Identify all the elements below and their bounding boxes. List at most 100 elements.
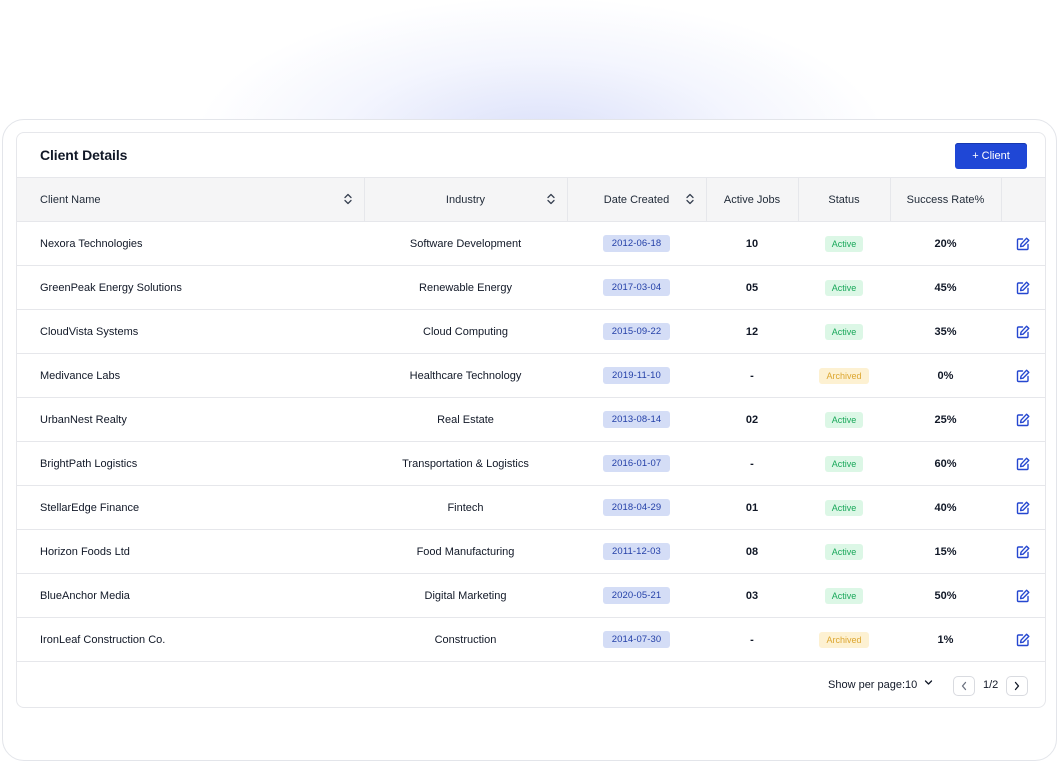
client-name: BrightPath Logistics <box>17 441 364 486</box>
table-row: Horizon Foods Ltd Food Manufacturing 201… <box>17 529 1045 574</box>
per-page-label: Show per page: <box>828 679 906 691</box>
active-jobs-cell: 01 <box>706 485 798 530</box>
client-name: Medivance Labs <box>17 353 364 398</box>
sort-icon[interactable] <box>546 193 555 205</box>
table-row: Medivance Labs Healthcare Technology 201… <box>17 353 1045 398</box>
industry-cell: Construction <box>364 617 567 662</box>
next-page-button[interactable] <box>1006 676 1028 696</box>
table-header-row: Client Name Industry Date Created Active… <box>17 177 1045 222</box>
actions-cell <box>1001 397 1045 442</box>
prev-page-button[interactable] <box>953 676 975 696</box>
success-rate-cell: 15% <box>890 529 1001 574</box>
table-row: GreenPeak Energy Solutions Renewable Ene… <box>17 265 1045 310</box>
edit-icon[interactable] <box>1016 281 1030 295</box>
sort-icon[interactable] <box>343 193 352 205</box>
date-badge: 2011-12-03 <box>603 543 670 560</box>
col-header-date-created[interactable]: Date Created <box>566 177 706 222</box>
actions-cell <box>1001 309 1045 354</box>
actions-cell <box>1001 441 1045 486</box>
actions-cell <box>1001 573 1045 618</box>
client-details-card: Client Details + Client Client Name Indu… <box>16 132 1046 708</box>
status-badge: Archived <box>819 367 869 384</box>
table-row: StellarEdge Finance Fintech 2018-04-29 0… <box>17 485 1045 530</box>
add-client-button[interactable]: + Client <box>955 143 1027 169</box>
per-page-select[interactable]: 10 <box>905 679 917 691</box>
success-rate-cell: 45% <box>890 265 1001 310</box>
sort-icon[interactable] <box>685 193 694 205</box>
date-cell: 2018-04-29 <box>567 485 706 530</box>
chevron-left-icon <box>961 681 967 691</box>
active-jobs-cell: - <box>706 617 798 662</box>
actions-cell <box>1001 353 1045 398</box>
col-header-actions <box>1000 177 1045 222</box>
status-cell: Active <box>798 397 890 442</box>
status-cell: Active <box>798 265 890 310</box>
client-name: Horizon Foods Ltd <box>17 529 364 574</box>
active-jobs-cell: 03 <box>706 573 798 618</box>
date-badge: 2012-06-18 <box>602 235 671 252</box>
industry-cell: Fintech <box>364 485 567 530</box>
pagination-bar: Show per page: 10 1/2 <box>17 664 1045 707</box>
date-cell: 2013-08-14 <box>567 397 706 442</box>
date-badge: 2013-08-14 <box>602 411 671 428</box>
status-badge: Active <box>824 587 864 604</box>
col-header-status: Status <box>797 177 890 222</box>
status-badge: Active <box>824 543 864 560</box>
status-cell: Archived <box>798 353 890 398</box>
active-jobs-cell: 10 <box>706 221 798 266</box>
success-rate-cell: 1% <box>890 617 1001 662</box>
client-name: GreenPeak Energy Solutions <box>17 265 364 310</box>
col-header-industry[interactable]: Industry <box>363 177 567 222</box>
date-cell: 2015-09-22 <box>567 309 706 354</box>
actions-cell <box>1001 529 1045 574</box>
status-cell: Active <box>798 441 890 486</box>
industry-cell: Renewable Energy <box>364 265 567 310</box>
col-header-label: Active Jobs <box>723 193 781 206</box>
edit-icon[interactable] <box>1016 237 1030 251</box>
status-cell: Archived <box>798 617 890 662</box>
date-badge: 2015-09-22 <box>602 323 671 340</box>
active-jobs-cell: 12 <box>706 309 798 354</box>
industry-cell: Food Manufacturing <box>364 529 567 574</box>
chevron-down-icon[interactable] <box>924 678 933 687</box>
edit-icon[interactable] <box>1016 501 1030 515</box>
col-header-active-jobs: Active Jobs <box>705 177 798 222</box>
col-header-client-name[interactable]: Client Name <box>17 177 364 222</box>
edit-icon[interactable] <box>1016 457 1030 471</box>
active-jobs-cell: 05 <box>706 265 798 310</box>
actions-cell <box>1001 617 1045 662</box>
date-badge: 2016-01-07 <box>602 455 671 472</box>
client-name: UrbanNest Realty <box>17 397 364 442</box>
edit-icon[interactable] <box>1016 545 1030 559</box>
status-badge: Active <box>824 499 864 516</box>
status-cell: Active <box>798 529 890 574</box>
edit-icon[interactable] <box>1016 589 1030 603</box>
industry-cell: Software Development <box>364 221 567 266</box>
card-header: Client Details + Client <box>17 133 1045 177</box>
edit-icon[interactable] <box>1016 369 1030 383</box>
table-row: IronLeaf Construction Co. Construction 2… <box>17 617 1045 662</box>
date-badge: 2017-03-04 <box>602 279 671 296</box>
page-indicator: 1/2 <box>983 679 999 691</box>
edit-icon[interactable] <box>1016 633 1030 647</box>
success-rate-cell: 35% <box>890 309 1001 354</box>
status-badge: Active <box>824 235 864 252</box>
page-title: Client Details <box>40 147 128 163</box>
clients-table: Client Name Industry Date Created Active… <box>17 177 1045 662</box>
client-name: IronLeaf Construction Co. <box>17 617 364 662</box>
date-cell: 2019-11-10 <box>567 353 706 398</box>
status-badge: Active <box>824 455 864 472</box>
col-header-label: Industry <box>445 193 486 206</box>
client-name: CloudVista Systems <box>17 309 364 354</box>
industry-cell: Transportation & Logistics <box>364 441 567 486</box>
date-cell: 2014-07-30 <box>567 617 706 662</box>
success-rate-cell: 25% <box>890 397 1001 442</box>
edit-icon[interactable] <box>1016 325 1030 339</box>
edit-icon[interactable] <box>1016 413 1030 427</box>
client-name: BlueAnchor Media <box>17 573 364 618</box>
status-badge: Active <box>824 279 864 296</box>
table-row: CloudVista Systems Cloud Computing 2015-… <box>17 309 1045 354</box>
status-badge: Archived <box>819 631 869 648</box>
industry-cell: Healthcare Technology <box>364 353 567 398</box>
success-rate-cell: 60% <box>890 441 1001 486</box>
